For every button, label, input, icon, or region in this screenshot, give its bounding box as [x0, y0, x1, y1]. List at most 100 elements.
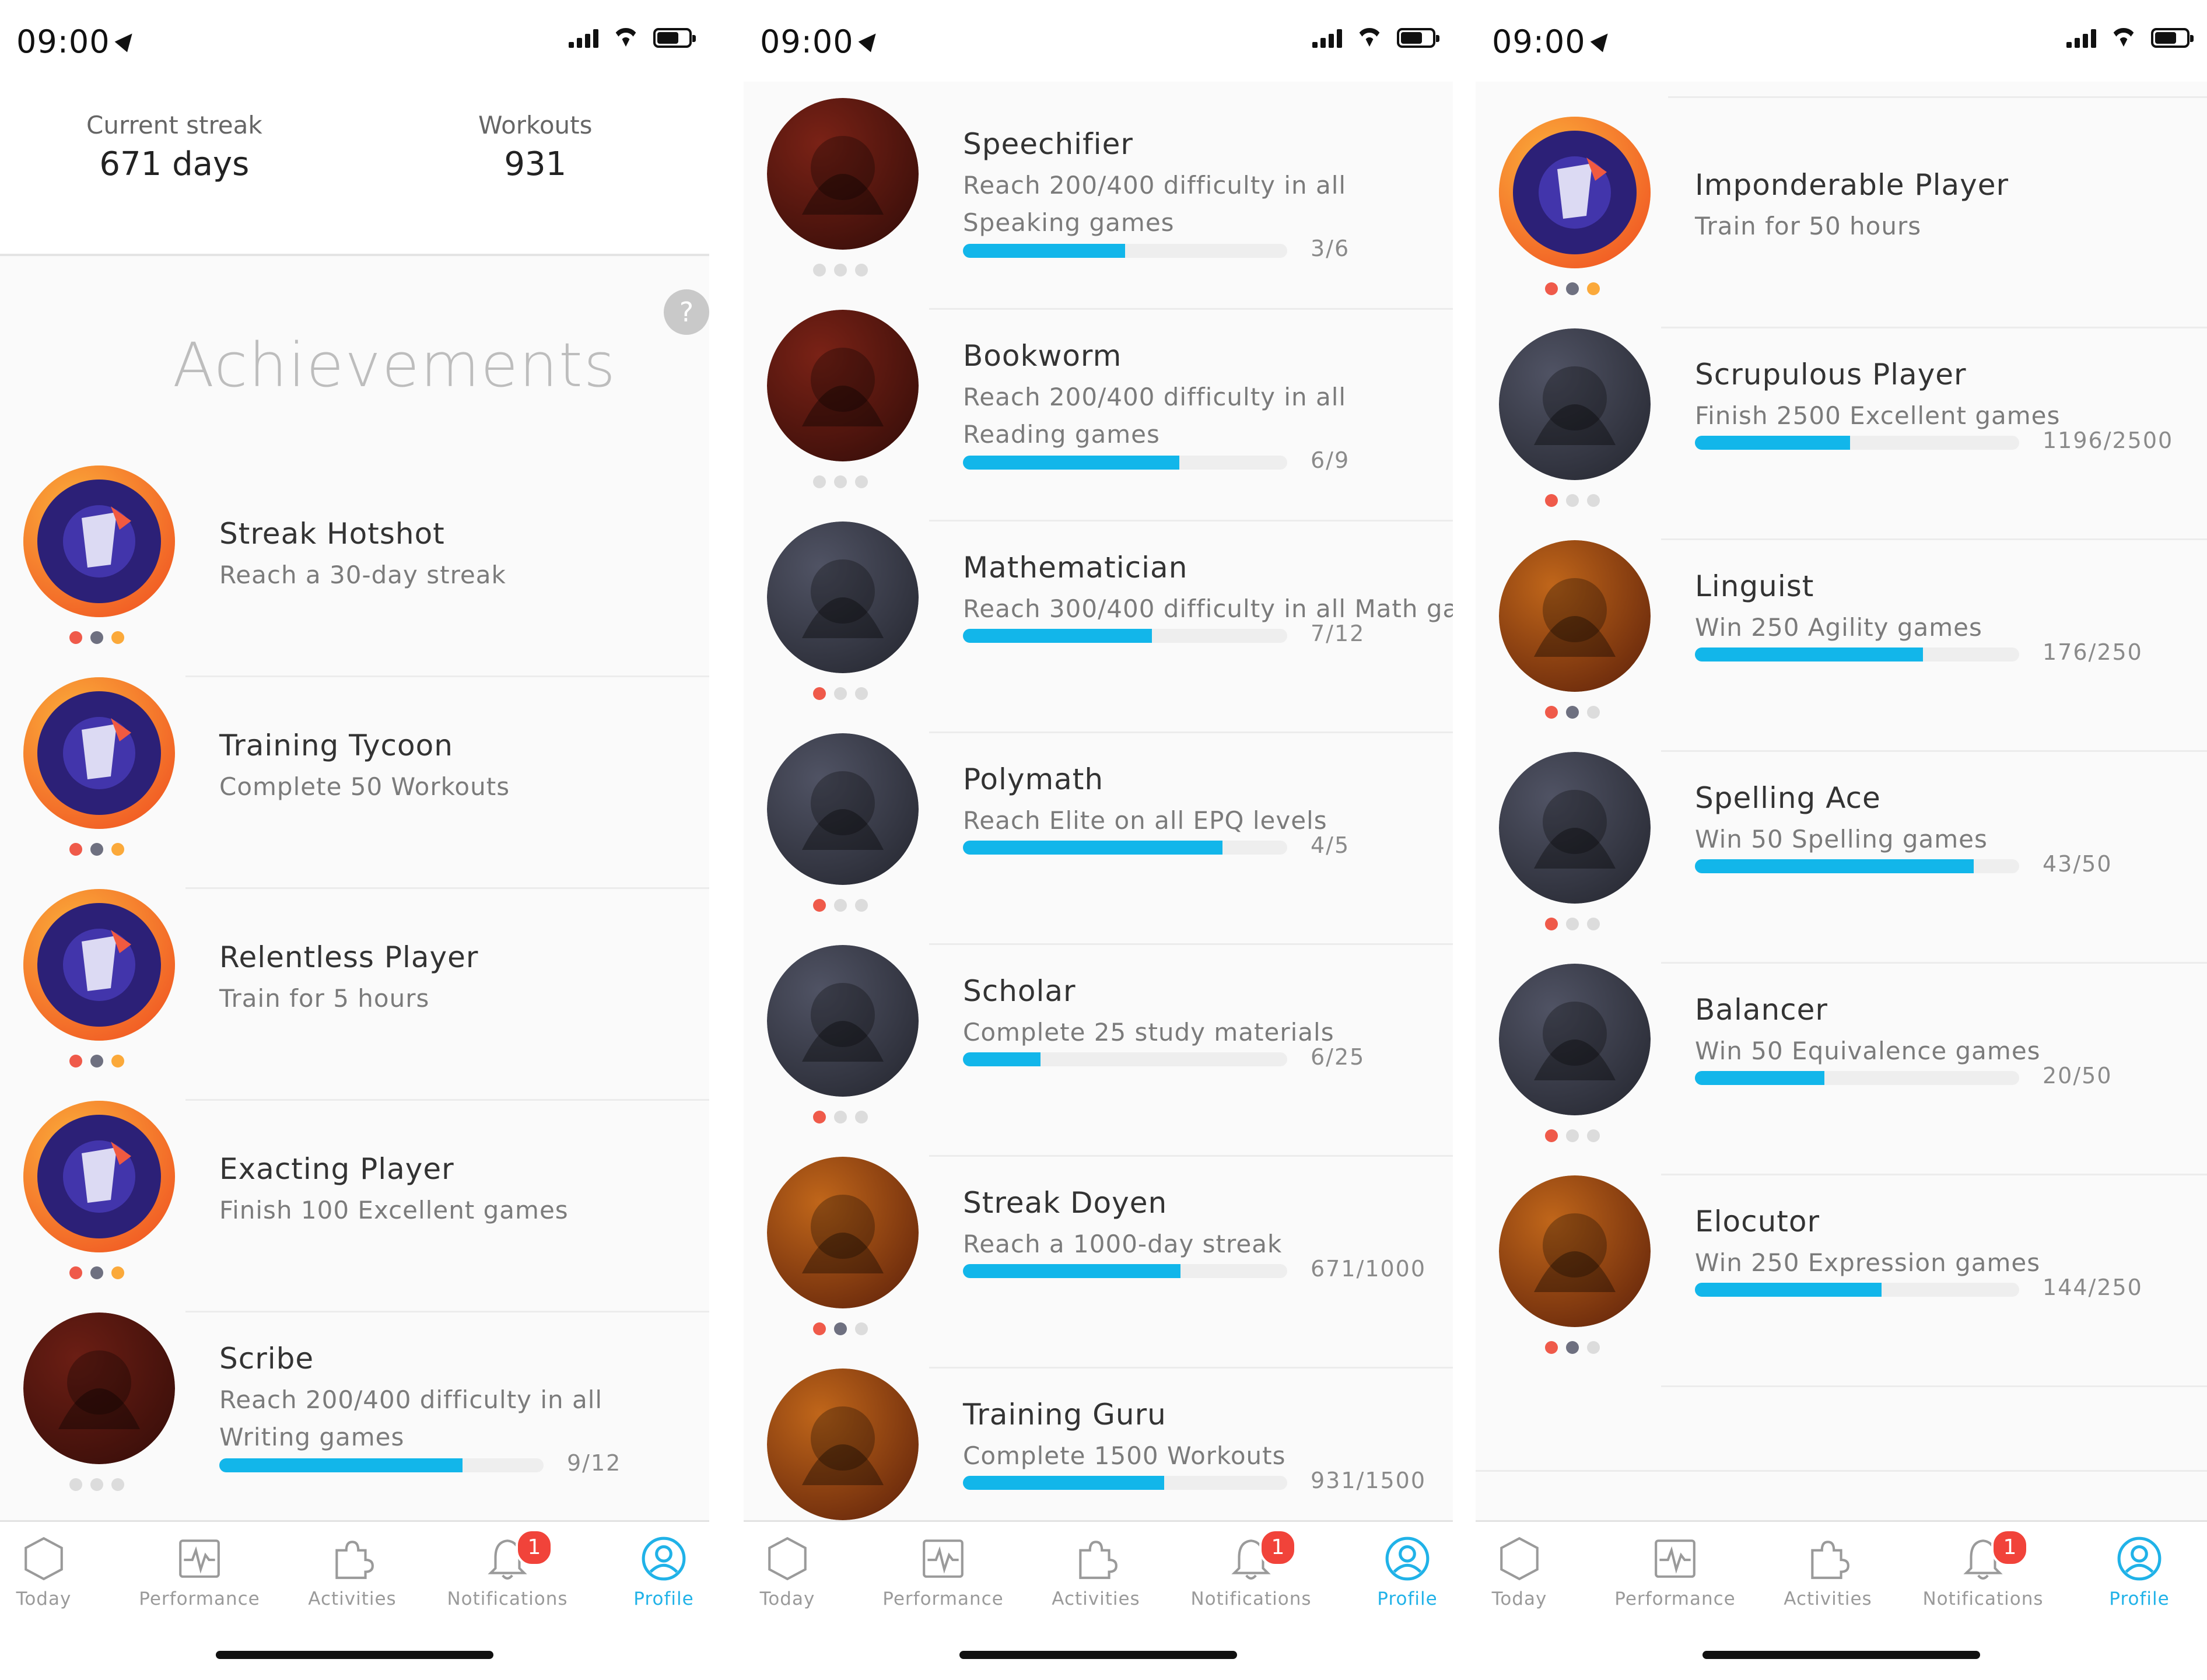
- tier-dot: [855, 264, 868, 276]
- hexagon-icon: [20, 1535, 68, 1583]
- achievement-row[interactable]: Training Tycoon Complete 50 Workouts: [0, 677, 709, 889]
- tab-activities[interactable]: Activities: [1026, 1535, 1166, 1609]
- tier-dot: [1587, 1129, 1600, 1142]
- progress-bar: [219, 1458, 544, 1472]
- achievement-row[interactable]: Scholar Complete 25 study materials 6/25: [744, 945, 1453, 1157]
- clock: 09:00: [1492, 23, 1614, 60]
- tier-dot: [1566, 1341, 1579, 1354]
- progress-fill: [963, 244, 1125, 258]
- progress-fill: [1695, 859, 1974, 873]
- achievement-row[interactable]: Relentless Player Train for 5 hours: [0, 889, 709, 1101]
- achievement-row[interactable]: Streak Hotshot Reach a 30-day streak: [0, 466, 709, 677]
- tab-activities[interactable]: Activities: [282, 1535, 422, 1609]
- tab-today[interactable]: Today: [744, 1535, 857, 1609]
- tab-profile[interactable]: Profile: [2069, 1535, 2207, 1609]
- divider: [1476, 1470, 2207, 1472]
- tier-dot: [111, 1266, 124, 1279]
- progress-bar: [1695, 1283, 2019, 1297]
- achievement-row[interactable]: Speechifier Reach 200/400 difficulty in a…: [744, 98, 1453, 310]
- achievement-row[interactable]: Streak Doyen Reach a 1000-day streak 671/1…: [744, 1157, 1453, 1368]
- battery-icon: [1397, 28, 1439, 48]
- tab-notifications[interactable]: Notifications 1: [1181, 1529, 1321, 1609]
- tier-dot: [834, 1322, 847, 1335]
- pulse-chart-icon: [919, 1535, 967, 1583]
- achievement-row[interactable]: Spelling Ace Win 50 Spelling games 43/50: [1476, 752, 2207, 964]
- achievement-row[interactable]: Linguist Win 250 Agility games 176/250: [1476, 540, 2207, 752]
- achievement-description: Reach 200/400 difficulty in all Writing …: [219, 1385, 603, 1451]
- tab-profile[interactable]: Profile: [594, 1535, 709, 1609]
- tier-dot: [69, 1055, 82, 1068]
- tab-performance[interactable]: Performance: [1605, 1535, 1745, 1609]
- medal-icon: [1499, 752, 1651, 904]
- tier-dots: [1545, 282, 1600, 295]
- tier-dot: [69, 843, 82, 856]
- achievement-row[interactable]: Scribe Reach 200/400 difficulty in all Wr…: [0, 1312, 709, 1524]
- tier-dot: [1566, 706, 1579, 719]
- tab-performance[interactable]: Performance: [129, 1535, 269, 1609]
- progress-count: 9/12: [567, 1450, 622, 1476]
- achievement-title: Mathematician: [963, 551, 1188, 584]
- achievement-title: Training Guru: [963, 1398, 1166, 1432]
- achievement-row[interactable]: Polymath Reach Elite on all EPQ levels 4/5: [744, 733, 1453, 945]
- progress-bar: [1695, 1071, 2019, 1085]
- achievement-title: Spelling Ace: [1695, 781, 1881, 815]
- divider: [1668, 96, 2207, 98]
- tier-dot: [1545, 494, 1558, 507]
- tier-dot: [69, 1266, 82, 1279]
- help-button[interactable]: ?: [664, 289, 709, 335]
- tier-dot: [855, 1111, 868, 1124]
- cellular-signal-icon: [569, 28, 598, 48]
- progress-bar: [963, 244, 1287, 258]
- puzzle-icon: [328, 1535, 376, 1583]
- finish-line-runner-icon: [23, 677, 175, 829]
- achievement-title: Polymath: [963, 762, 1104, 796]
- tier-dot: [1587, 282, 1600, 295]
- tier-dots: [813, 264, 868, 276]
- tier-dot: [1587, 1341, 1600, 1354]
- row-divider: [1661, 1385, 2207, 1387]
- current-streak-value: 671 days: [99, 145, 250, 183]
- tab-notifications[interactable]: Notifications 1: [1913, 1529, 2053, 1609]
- tier-dot: [1545, 706, 1558, 719]
- achievement-row[interactable]: Elocutor Win 250 Expression games 144/250: [1476, 1175, 2207, 1387]
- system-icons: [569, 28, 696, 48]
- progress-fill: [963, 1264, 1181, 1278]
- progress-bar: [1695, 436, 2019, 450]
- pulse-chart-icon: [1651, 1535, 1699, 1583]
- achievement-row[interactable]: Imponderable Player Train for 50 hours: [1476, 117, 2207, 328]
- tab-today[interactable]: Today: [0, 1535, 114, 1609]
- tab-notifications[interactable]: Notifications 1: [437, 1529, 577, 1609]
- achievement-row[interactable]: Bookworm Reach 200/400 difficulty in all …: [744, 310, 1453, 522]
- progress-count: 43/50: [2043, 851, 2113, 877]
- tab-performance[interactable]: Performance: [873, 1535, 1013, 1609]
- progress-bar: [963, 456, 1287, 470]
- achievement-row[interactable]: Scrupulous Player Finish 2500 Excellent g…: [1476, 328, 2207, 540]
- tab-label: Performance: [139, 1588, 260, 1609]
- tier-dot: [1545, 918, 1558, 930]
- tab-today[interactable]: Today: [1476, 1535, 1589, 1609]
- tab-label: Performance: [1614, 1588, 1736, 1609]
- tier-dots: [813, 475, 868, 488]
- home-indicator: [216, 1651, 493, 1659]
- clock: 09:00: [760, 23, 882, 60]
- cellular-signal-icon: [1312, 28, 1342, 48]
- location-arrow-icon: [114, 28, 138, 52]
- progress-count: 20/50: [2043, 1063, 2113, 1088]
- tab-profile[interactable]: Profile: [1337, 1535, 1453, 1609]
- battery-icon: [653, 28, 696, 48]
- achievement-row[interactable]: Balancer Win 50 Equivalence games 20/50: [1476, 964, 2207, 1175]
- tier-dot: [1545, 282, 1558, 295]
- tab-label: Today: [759, 1588, 815, 1609]
- achievement-row[interactable]: Exacting Player Finish 100 Excellent game…: [0, 1101, 709, 1312]
- achievement-row[interactable]: Mathematician Reach 300/400 difficulty in…: [744, 522, 1453, 733]
- progress-fill: [963, 841, 1222, 855]
- hexagon-icon: [763, 1535, 811, 1583]
- progress-bar: [963, 629, 1287, 643]
- tier-dot: [69, 631, 82, 644]
- tab-label: Profile: [633, 1588, 694, 1609]
- achievement-title: Elocutor: [1695, 1205, 1820, 1238]
- tab-label: Today: [1491, 1588, 1547, 1609]
- tab-activities[interactable]: Activities: [1758, 1535, 1898, 1609]
- tier-dot: [111, 843, 124, 856]
- hexagon-target-icon: [1499, 328, 1651, 480]
